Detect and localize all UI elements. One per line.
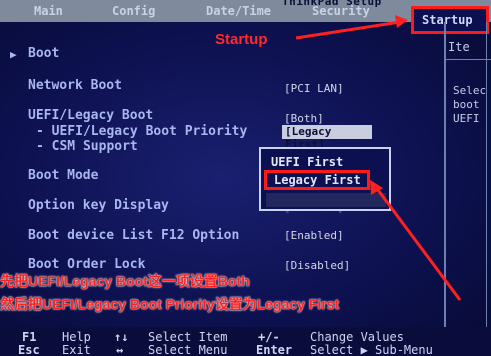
annotation-line-1: 先把UEFI/Legacy Boot这一项设置Both <box>0 273 250 289</box>
arrow-to-legacy-first <box>373 185 462 301</box>
annotation-line-2: 然后把UEFI/Legacy Boot Priority设置为Legacy Fi… <box>0 296 340 312</box>
bios-screen: ThinkPad Setup Main Config Date/Time Sec… <box>0 0 491 356</box>
arrow-to-startup <box>295 20 401 40</box>
